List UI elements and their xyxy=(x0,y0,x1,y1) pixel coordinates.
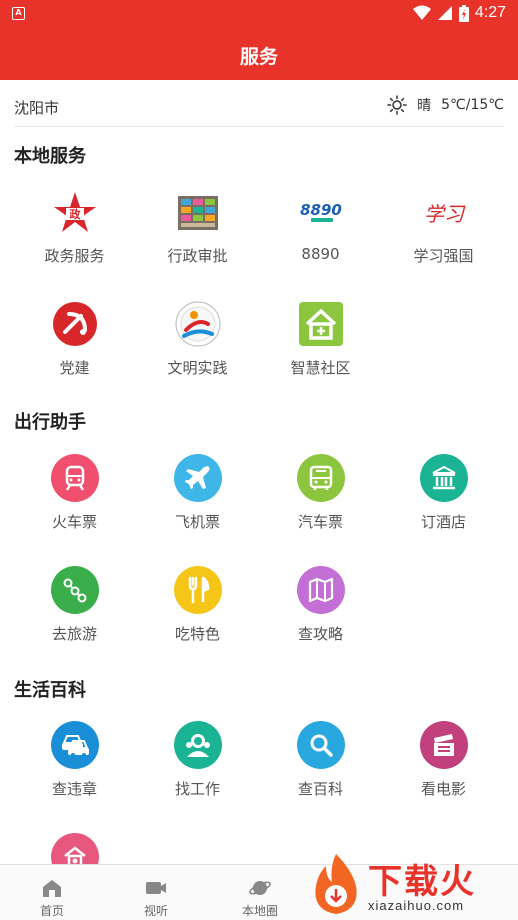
service-label: 党建 xyxy=(59,359,90,377)
signal-icon xyxy=(437,6,452,20)
service-government[interactable]: 政 政务服务 xyxy=(13,188,136,288)
service-label: 飞机票 xyxy=(174,513,220,531)
status-bar: A 4:27 xyxy=(0,0,518,28)
car-violation-icon xyxy=(51,721,99,769)
service-approval[interactable]: 行政审批 xyxy=(136,188,259,288)
service-label: 学习强国 xyxy=(413,247,474,265)
fork-knife-icon xyxy=(174,566,222,614)
temperature-range: 5℃/15℃ xyxy=(441,97,504,113)
service-smart-community[interactable]: 智慧社区 xyxy=(259,300,382,400)
bus-icon xyxy=(297,454,345,502)
service-label: 8890 xyxy=(301,245,340,263)
service-label: 政务服务 xyxy=(44,247,105,265)
approval-hall-icon xyxy=(178,196,218,230)
clapperboard-icon xyxy=(420,721,468,769)
tab-label: 视听 xyxy=(143,904,168,918)
airplane-icon xyxy=(174,454,222,502)
house-money-icon xyxy=(51,833,99,864)
watermark-logo: 下载火 xiazaihuo.com xyxy=(306,848,518,920)
watermark-url: xiazaihuo.com xyxy=(368,898,465,913)
notification-app-icon: A xyxy=(12,7,25,20)
service-label: 查违章 xyxy=(51,780,97,798)
service-hotel[interactable]: 订酒店 xyxy=(382,454,505,554)
party-emblem-icon xyxy=(53,302,97,346)
service-movie[interactable]: 看电影 xyxy=(382,721,505,821)
tab-label: 首页 xyxy=(39,904,64,918)
service-traffic-violation[interactable]: 查违章 xyxy=(13,721,136,821)
video-icon xyxy=(146,882,166,894)
service-party[interactable]: 党建 xyxy=(13,300,136,400)
service-label: 查攻略 xyxy=(297,625,343,643)
service-label: 查百科 xyxy=(297,780,343,798)
service-partial-item[interactable] xyxy=(13,833,136,864)
service-bus-ticket[interactable]: 汽车票 xyxy=(259,454,382,554)
sun-icon xyxy=(387,95,407,115)
wifi-icon xyxy=(412,5,431,20)
government-star-icon: 政 xyxy=(54,192,96,232)
service-8890[interactable]: 8890 8890 xyxy=(259,188,382,288)
section-title-life: 生活百科 xyxy=(14,680,86,701)
battery-icon xyxy=(458,4,469,22)
flame-logo-icon xyxy=(315,854,357,914)
section-title-travel: 出行助手 xyxy=(14,412,86,433)
service-label: 火车票 xyxy=(51,513,97,531)
tab-label: 本地圈 xyxy=(241,904,278,918)
tab-home[interactable]: 首页 xyxy=(0,865,104,920)
weather-info: 晴 5℃/15℃ xyxy=(387,95,504,115)
service-xuexi[interactable]: 学习 学习强国 xyxy=(382,188,505,288)
hotline-8890-icon: 8890 xyxy=(300,201,342,222)
service-food[interactable]: 吃特色 xyxy=(136,566,259,666)
hotel-icon xyxy=(420,454,468,502)
service-label: 文明实践 xyxy=(167,359,228,377)
service-flight-ticket[interactable]: 飞机票 xyxy=(136,454,259,554)
city-selector[interactable]: 沈阳市 xyxy=(14,97,59,118)
svg-text:8890: 8890 xyxy=(300,201,342,219)
planet-icon xyxy=(249,881,271,895)
page-title: 服务 xyxy=(239,46,278,68)
header-bar: 服务 xyxy=(0,28,518,80)
tab-local-circle[interactable]: 本地圈 xyxy=(208,865,312,920)
svg-text:学习: 学习 xyxy=(424,202,466,226)
map-icon xyxy=(297,566,345,614)
service-travel[interactable]: 去旅游 xyxy=(13,566,136,666)
service-label: 智慧社区 xyxy=(290,359,351,377)
job-search-icon xyxy=(174,721,222,769)
home-icon xyxy=(43,880,61,897)
status-time: 4:27 xyxy=(474,4,506,21)
civilization-practice-icon xyxy=(175,301,221,347)
weather-condition: 晴 xyxy=(417,98,432,114)
location-weather-row: 沈阳市 晴 5℃/15℃ xyxy=(14,80,504,127)
service-train-ticket[interactable]: 火车票 xyxy=(13,454,136,554)
service-label: 订酒店 xyxy=(420,513,466,531)
service-label: 汽车票 xyxy=(297,513,343,531)
magnifier-icon xyxy=(297,721,345,769)
service-encyclopedia[interactable]: 查百科 xyxy=(259,721,382,821)
watermark-text: 下载火 xyxy=(368,862,476,902)
service-guide[interactable]: 查攻略 xyxy=(259,566,382,666)
section-title-local: 本地服务 xyxy=(14,146,86,167)
service-label: 去旅游 xyxy=(51,625,97,643)
service-job[interactable]: 找工作 xyxy=(136,721,259,821)
service-civilization[interactable]: 文明实践 xyxy=(136,300,259,400)
service-label: 看电影 xyxy=(420,780,466,798)
service-label: 找工作 xyxy=(174,780,220,798)
tab-media[interactable]: 视听 xyxy=(104,865,208,920)
svg-text:政: 政 xyxy=(70,207,82,221)
train-icon xyxy=(51,454,99,502)
smart-community-icon xyxy=(299,302,343,346)
service-label: 行政审批 xyxy=(167,247,228,265)
status-icons: 4:27 xyxy=(412,4,506,22)
route-icon xyxy=(51,566,99,614)
xuexi-qiangguo-icon: 学习 xyxy=(424,202,466,226)
service-label: 吃特色 xyxy=(174,625,220,643)
